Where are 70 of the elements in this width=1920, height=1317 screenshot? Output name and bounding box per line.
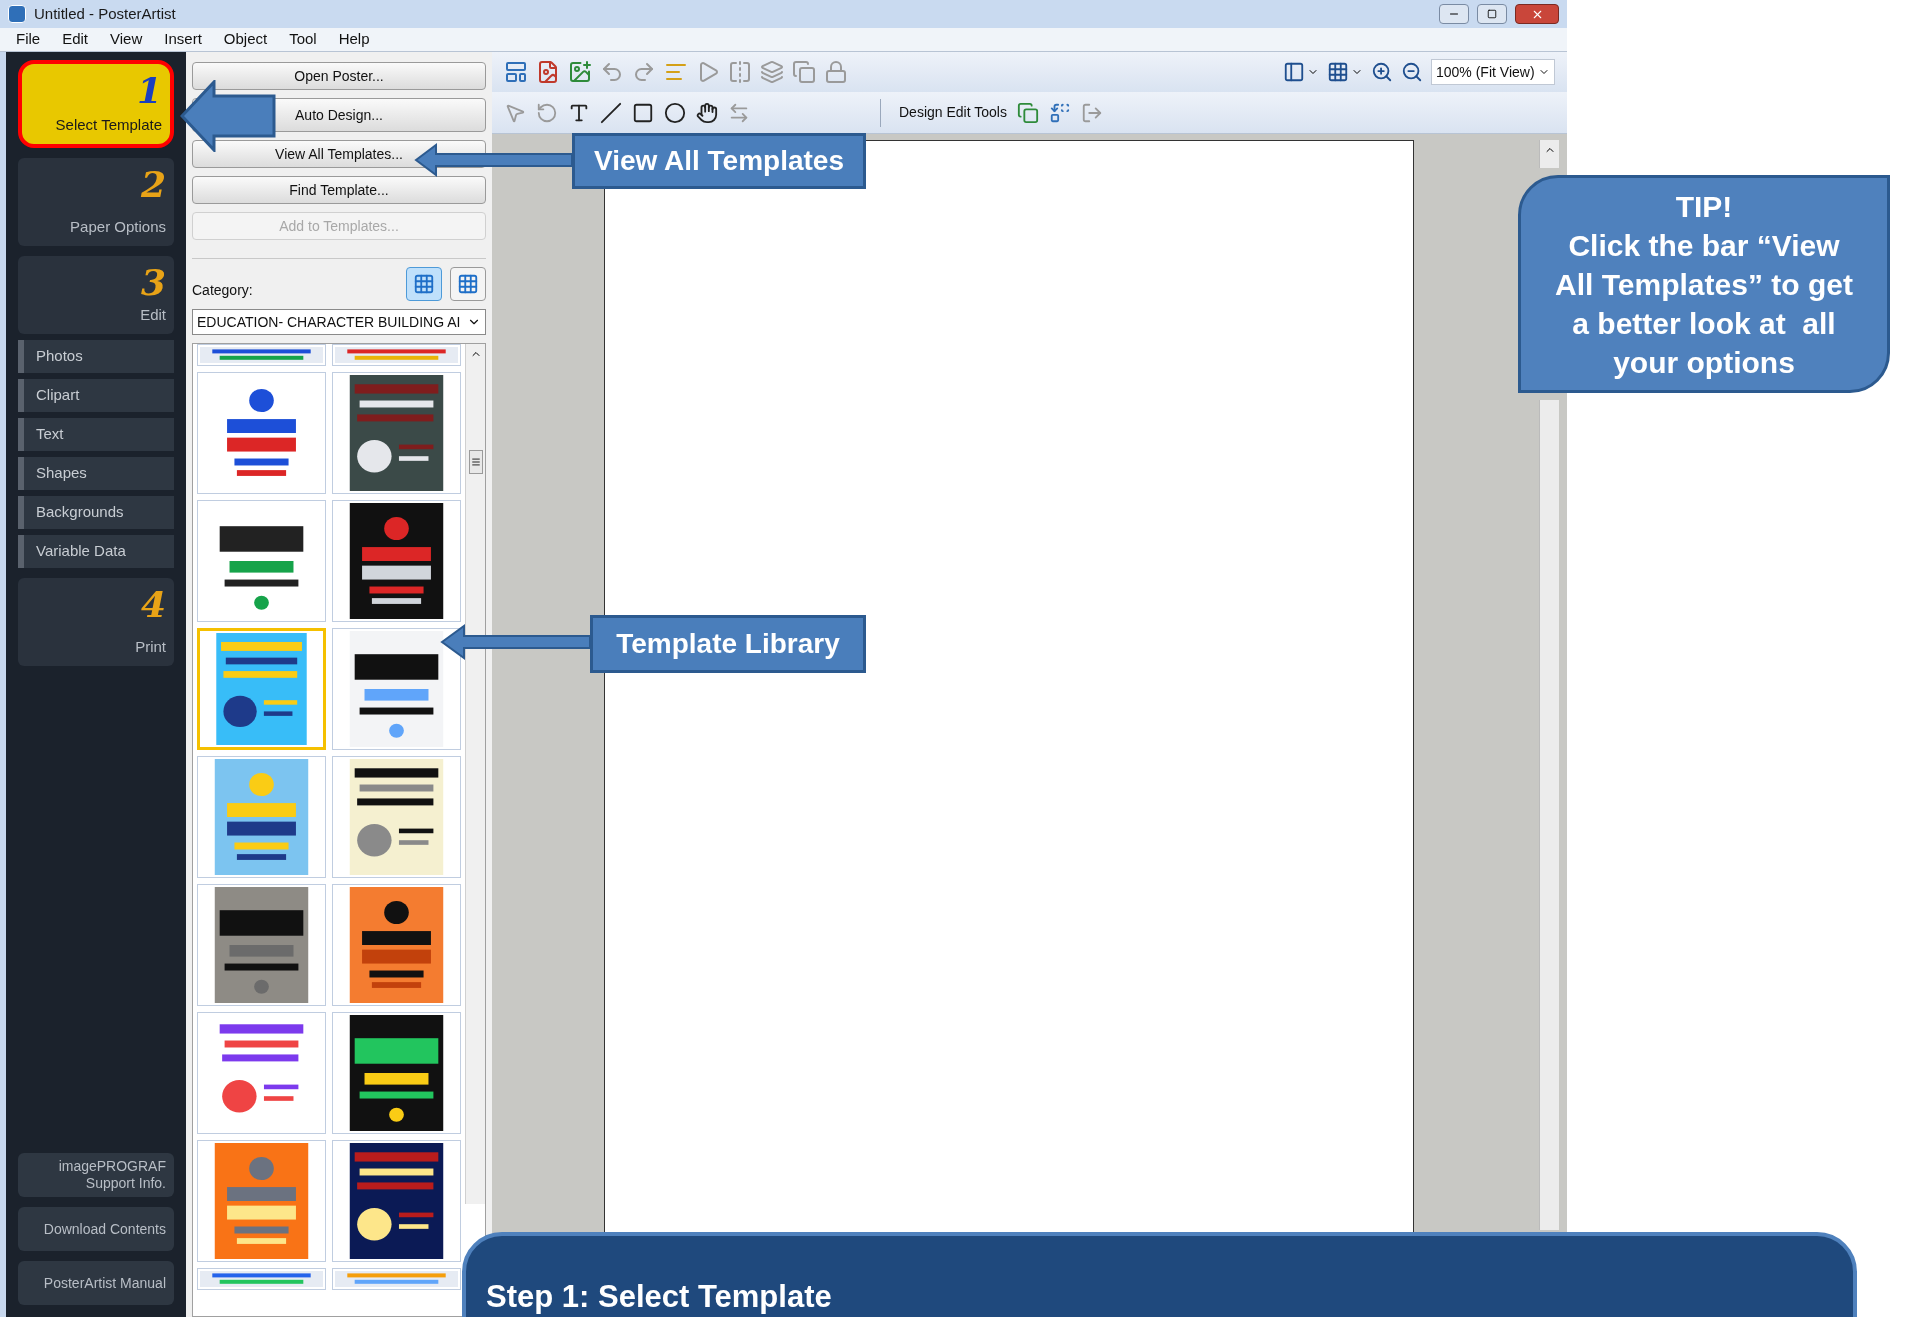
edit-menu-item[interactable]: Text [18,418,174,451]
rectangle-icon[interactable] [632,101,654,124]
category-dropdown[interactable]: EDUCATION- CHARACTER BUILDING AI [192,309,486,335]
edit-menu-item[interactable]: Clipart [18,379,174,412]
step-number: 2 [140,166,166,202]
step-button[interactable]: 3 Edit [18,256,174,334]
step-label: Edit [140,304,166,325]
edit-menu-item[interactable]: Variable Data [18,535,174,568]
panel-button[interactable]: Find Template... [192,176,486,204]
menu-item[interactable]: View [110,28,143,51]
category-label: Category: [192,281,253,300]
panel-button[interactable]: Open Poster... [192,62,486,90]
step-label: Paper Options [70,216,166,237]
edit-menu-item[interactable]: Photos [18,340,174,373]
hand-icon[interactable] [696,101,718,124]
layout-button[interactable] [1283,61,1319,83]
zoom-out-button[interactable] [1401,61,1423,83]
step-number: 4 [140,586,166,622]
close-button[interactable] [1515,4,1559,24]
edit-menu-item[interactable]: Backgrounds [18,496,174,529]
step-label: Select Template [55,114,162,135]
tip-text: Click the bar “View All Templates” to get a better look at all your options [1554,227,1854,381]
grid-icon [457,273,479,295]
maximize-button[interactable] [1477,4,1507,24]
image-icon[interactable] [568,60,592,84]
line-icon[interactable] [600,101,622,124]
window-title: Untitled - PosterArtist [34,3,176,24]
grid-icon [413,273,435,295]
sidebar-link-button[interactable]: imagePROGRAF Support Info. [18,1153,174,1197]
copy-icon[interactable] [1016,101,1039,124]
menu-item[interactable]: Edit [62,28,89,51]
zoom-dropdown[interactable]: 100% (Fit View) [1431,59,1555,85]
minimize-button[interactable] [1439,4,1469,24]
menu-item[interactable]: Object [223,28,268,51]
step-number: 1 [136,72,162,108]
scroll-thumb[interactable] [468,450,483,474]
design-tools-label: Design Edit Tools [899,103,1007,122]
sidebar-link-button[interactable]: PosterArtist Manual [18,1261,174,1305]
menu-item[interactable]: Tool [289,28,317,51]
callout-label: Template Library [590,615,866,673]
step-button[interactable]: 2 Paper Options [18,158,174,246]
zoom-in-icon [1371,61,1393,83]
large-grid-view-button[interactable] [450,267,486,301]
menu-item[interactable]: Help [338,28,370,51]
document-icon[interactable] [536,60,560,84]
scrollbar[interactable] [1539,400,1559,1230]
grid-button[interactable] [1327,61,1363,83]
tip-title: TIP! [1675,188,1733,225]
replace-icon[interactable] [1048,101,1071,124]
app-icon [8,5,26,23]
step-title: Step 1: Select Template [486,1279,832,1314]
menu-item[interactable]: File [16,28,41,51]
zoom-in-button[interactable] [1371,61,1393,83]
grid-icon [1327,61,1349,83]
ellipse-icon[interactable] [664,101,686,124]
step-number: 3 [140,264,166,300]
maximize-icon [1487,9,1497,19]
callout-label: View All Templates [572,133,866,189]
zoom-out-icon [1401,61,1423,83]
layout-icon [1283,61,1305,83]
step-button[interactable]: 4 Print [18,578,174,666]
menu-item[interactable]: Insert [164,28,202,51]
edit-menu-item[interactable]: Shapes [18,457,174,490]
step-label: Print [135,636,166,657]
grip-icon [470,457,481,467]
template-icon[interactable] [504,60,528,84]
step-button[interactable]: 1 Select Template [18,60,174,148]
scrollbar[interactable] [465,344,485,1204]
small-grid-view-button[interactable] [406,267,442,301]
sidebar-link-button[interactable]: Download Contents [18,1207,174,1251]
